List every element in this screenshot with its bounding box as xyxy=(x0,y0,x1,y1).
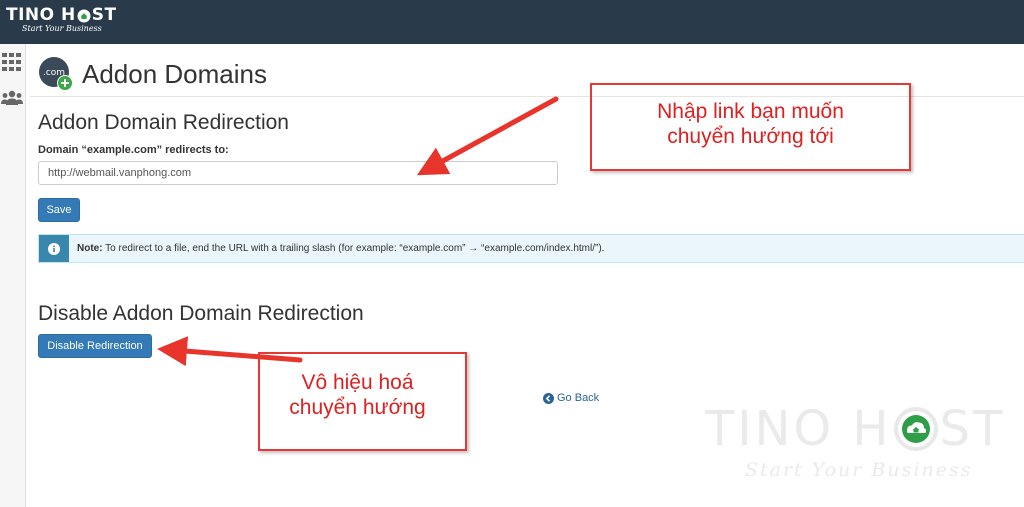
house-icon xyxy=(77,8,91,23)
input-hint-line1: Nhập link bạn muốn xyxy=(657,100,844,123)
disable-redirection-button[interactable]: Disable Redirection xyxy=(38,334,152,358)
users-icon[interactable] xyxy=(0,86,24,110)
watermark-text-part2: ST xyxy=(939,401,1006,457)
page-title: Addon Domains xyxy=(82,58,267,89)
disable-section-title: Disable Addon Domain Redirection xyxy=(38,302,364,325)
redirect-field-label: Domain “example.com” redirects to: xyxy=(38,144,229,156)
save-button[interactable]: Save xyxy=(38,198,80,222)
watermark-tagline: Start Your Business xyxy=(745,459,973,481)
arrow-left-circle-icon xyxy=(543,392,554,404)
redirect-url-input[interactable] xyxy=(38,161,558,185)
brand-watermark: TINO H ST Start Your Business xyxy=(705,403,1005,481)
input-hint-text: Nhập link bạn muốn chuyển hướng tới xyxy=(592,99,909,149)
page-header: .com Addon Domains xyxy=(38,56,267,92)
note-label: Note: xyxy=(77,243,103,254)
disable-hint-text: Vô hiệu hoá chuyển hướng xyxy=(260,370,455,420)
note-alert: Note: To redirect to a file, end the URL… xyxy=(38,234,1024,263)
logo-text-part1: TINO H xyxy=(6,5,76,25)
logo-text-part2: ST xyxy=(91,5,117,25)
addon-domain-icon: .com xyxy=(38,56,74,92)
left-sidebar xyxy=(0,44,26,507)
top-bar: TINO H ST Start Your Business xyxy=(0,0,1024,44)
cloud-house-icon xyxy=(893,407,938,451)
go-back-link[interactable]: Go Back xyxy=(543,392,599,404)
note-text: Note: To redirect to a file, end the URL… xyxy=(77,243,604,254)
disable-hint-line1: Vô hiệu hoá xyxy=(301,371,414,394)
brand-logo[interactable]: TINO H ST Start Your Business xyxy=(6,5,117,33)
note-message: To redirect to a file, end the URL with … xyxy=(102,243,605,254)
arrow-to-input xyxy=(416,96,559,176)
go-back-label: Go Back xyxy=(557,392,600,404)
disable-hint-line2: chuyển hướng xyxy=(289,396,426,419)
redirection-section-title: Addon Domain Redirection xyxy=(38,111,289,134)
watermark-text-part1: TINO H xyxy=(705,401,892,457)
input-hint-line2: chuyển hướng tới xyxy=(667,125,834,148)
brand-tagline: Start Your Business xyxy=(22,24,102,33)
grid-icon[interactable] xyxy=(0,50,24,74)
info-icon xyxy=(39,235,69,262)
